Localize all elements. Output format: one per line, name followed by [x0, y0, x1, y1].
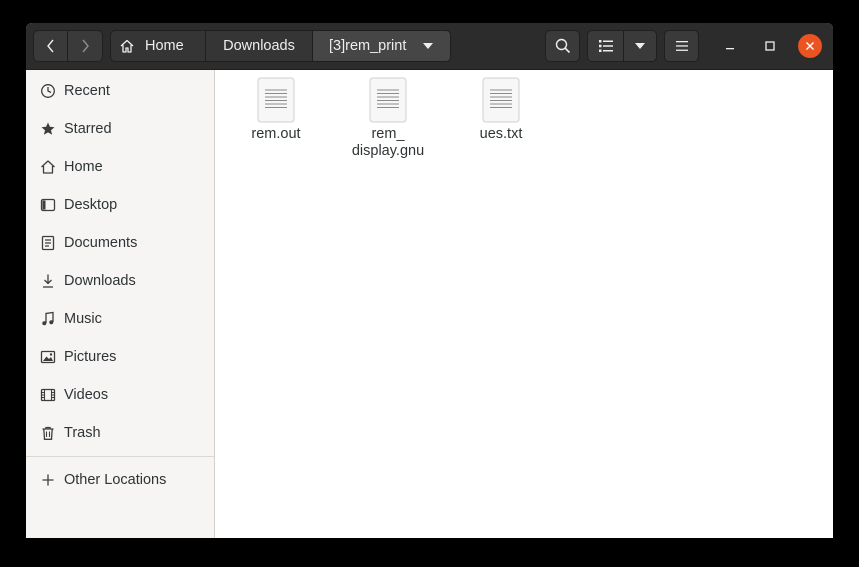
breadcrumb-downloads-label: Downloads	[223, 38, 295, 54]
sidebar-item-label: Other Locations	[64, 472, 167, 488]
sidebar-item-label: Recent	[64, 83, 110, 99]
sidebar-item-recent[interactable]: Recent	[26, 72, 214, 110]
sidebar-item-home[interactable]: Home	[26, 148, 214, 186]
close-icon	[806, 42, 814, 50]
home-icon	[120, 39, 134, 53]
close-button[interactable]	[798, 34, 822, 58]
sidebar-separator	[26, 456, 214, 457]
download-icon	[40, 273, 56, 289]
sidebar-item-label: Music	[64, 311, 102, 327]
sidebar: Recent Starred Home Desktop Documents Do…	[26, 70, 215, 538]
maximize-button[interactable]	[758, 34, 782, 58]
trash-icon	[40, 425, 56, 441]
minimize-button[interactable]	[718, 34, 742, 58]
breadcrumb-home-label: Home	[145, 38, 184, 54]
file-view: rem.out rem_ display.gnu ues.txt	[215, 70, 833, 538]
forward-button[interactable]	[67, 30, 103, 62]
sidebar-item-trash[interactable]: Trash	[26, 414, 214, 452]
document-icon	[40, 235, 56, 251]
list-view-button[interactable]	[587, 30, 624, 62]
picture-icon	[40, 349, 56, 365]
maximize-icon	[765, 41, 775, 51]
file-item[interactable]: rem.out	[226, 77, 326, 143]
breadcrumb-home[interactable]: Home	[110, 30, 206, 62]
file-name: rem_ display.gnu	[351, 126, 425, 159]
breadcrumb-current[interactable]: [3]rem_print	[312, 30, 451, 62]
chevron-right-icon	[82, 39, 89, 53]
list-view-icon	[598, 40, 613, 52]
sidebar-item-pictures[interactable]: Pictures	[26, 338, 214, 376]
sidebar-item-label: Documents	[64, 235, 138, 251]
caret-down-icon	[635, 43, 645, 49]
search-icon	[555, 38, 570, 54]
header-bar: Home Downloads [3]rem_print	[26, 23, 833, 70]
file-name: ues.txt	[479, 126, 523, 142]
sidebar-item-music[interactable]: Music	[26, 300, 214, 338]
sidebar-item-label: Trash	[64, 425, 101, 441]
sidebar-item-label: Home	[64, 159, 103, 175]
sidebar-item-label: Pictures	[64, 349, 117, 365]
sidebar-item-documents[interactable]: Documents	[26, 224, 214, 262]
desktop-icon	[40, 197, 56, 213]
view-options-button[interactable]	[623, 30, 657, 62]
text-file-icon	[482, 77, 520, 123]
star-icon	[40, 121, 56, 137]
plus-icon	[40, 472, 56, 488]
file-manager-window: Home Downloads [3]rem_print Recent Starr…	[26, 23, 833, 538]
sidebar-item-label: Downloads	[64, 273, 136, 289]
sidebar-item-label: Videos	[64, 387, 109, 403]
sidebar-item-label: Starred	[64, 121, 112, 137]
text-file-icon	[257, 77, 295, 123]
sidebar-item-other-locations[interactable]: Other Locations	[26, 461, 214, 499]
sidebar-item-downloads[interactable]: Downloads	[26, 262, 214, 300]
back-button[interactable]	[33, 30, 68, 62]
file-item[interactable]: ues.txt	[451, 77, 551, 143]
search-button[interactable]	[545, 30, 580, 62]
text-file-icon	[369, 77, 407, 123]
breadcrumb-current-label: [3]rem_print	[329, 38, 407, 54]
sidebar-item-desktop[interactable]: Desktop	[26, 186, 214, 224]
chevron-left-icon	[46, 39, 54, 53]
sidebar-item-label: Desktop	[64, 197, 118, 213]
hamburger-menu-button[interactable]	[664, 30, 699, 62]
home-icon	[40, 159, 56, 175]
sidebar-item-videos[interactable]: Videos	[26, 376, 214, 414]
sidebar-item-starred[interactable]: Starred	[26, 110, 214, 148]
hamburger-icon	[675, 41, 688, 51]
video-icon	[40, 387, 56, 403]
file-name: rem.out	[251, 126, 301, 142]
breadcrumb-downloads[interactable]: Downloads	[205, 30, 313, 62]
file-item[interactable]: rem_ display.gnu	[338, 77, 438, 160]
music-icon	[40, 311, 56, 327]
minimize-icon	[726, 48, 734, 50]
clock-icon	[40, 83, 56, 99]
caret-down-icon	[423, 43, 434, 49]
